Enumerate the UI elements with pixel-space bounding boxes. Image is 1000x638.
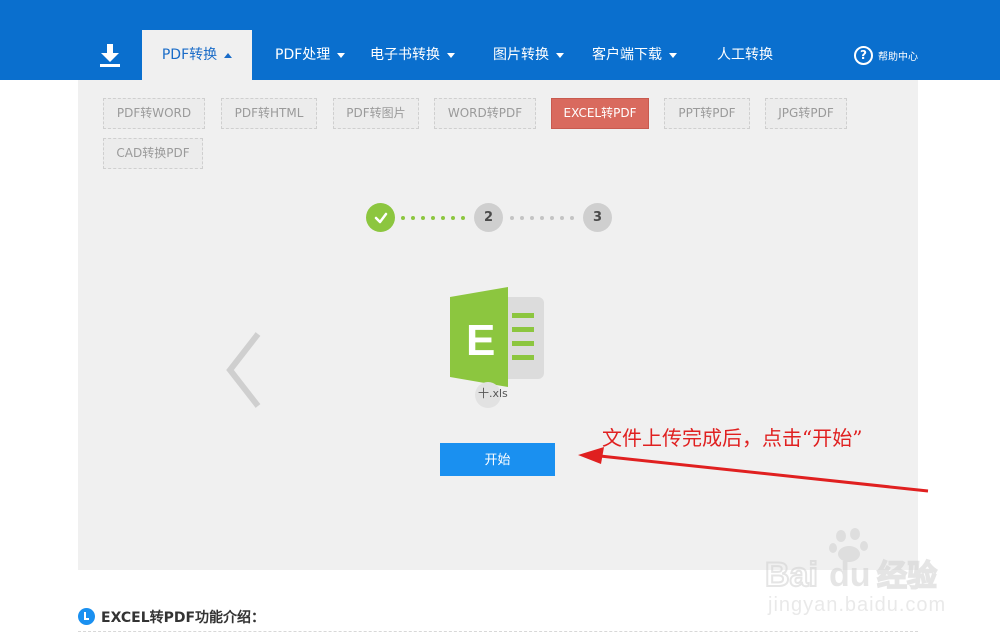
nav-manual-convert[interactable]: 人工转换 [717,30,773,80]
progress-dot [431,216,435,220]
progress-dot [441,216,445,220]
download-nav-button[interactable] [78,30,142,80]
tag-ppt-to-pdf[interactable]: PPT转PDF [664,98,750,129]
chevron-left-icon[interactable] [224,330,264,410]
red-arrow-icon [578,447,929,493]
nav-manual-convert-label: 人工转换 [717,47,773,63]
clock-icon [78,608,95,625]
nav-pdf-process-label: PDF处理 [275,47,331,63]
nav-client-download[interactable]: 客户端下载 [592,30,677,80]
excel-file-icon: E [450,287,544,387]
check-icon [374,212,387,223]
intro-title: EXCEL转PDF功能介绍： [101,609,266,626]
file-icon-letter: E [466,316,495,365]
progress-dot [520,216,524,220]
nav-pdf-convert-label: PDF转换 [161,47,218,63]
progress-dot [540,216,544,220]
caret-down-icon [447,52,455,58]
progress-dot [451,216,455,220]
baidu-paw-logo: Bai du 经验 [765,528,938,594]
caret-down-icon [669,52,677,58]
tag-word-to-pdf[interactable]: WORD转PDF [434,98,536,129]
file-name: 十.xls [478,387,508,400]
download-icon [100,44,120,67]
progress-dot [510,216,514,220]
progress-dot [401,216,405,220]
nav-ebook-convert[interactable]: 电子书转换 [370,30,455,80]
step-1-complete [366,203,395,232]
nav-ebook-convert-label: 电子书转换 [370,47,440,63]
svg-text:经验: 经验 [877,559,937,594]
nav-pdf-convert[interactable]: PDF转换 [142,30,252,80]
progress-dot [560,216,564,220]
progress-dot [530,216,534,220]
tag-pdf-to-image[interactable]: PDF转图片 [333,98,419,129]
nav-pdf-process[interactable]: PDF处理 [275,30,346,80]
watermark-url: jingyan.baidu.com [768,594,947,616]
tag-cad-to-pdf[interactable]: CAD转换PDF [103,138,203,169]
progress-dot [570,216,574,220]
step-2: 2 [474,203,503,232]
svg-text:du: du [829,556,871,594]
start-button[interactable]: 开始 [440,443,555,476]
caret-down-icon [337,52,346,58]
progress-steps: 2 3 [366,203,612,233]
help-center-label: 帮助中心 [878,51,918,63]
top-nav-bar: PDF转换 PDF处理 电子书转换 图片转换 客户端下载 人工转换 ? 帮助中心 [0,0,1000,80]
tag-pdf-to-html[interactable]: PDF转HTML [221,98,317,129]
step-3: 3 [583,203,612,232]
progress-dot [550,216,554,220]
caret-down-icon [556,52,564,58]
svg-text:Bai: Bai [765,556,818,594]
progress-dot [461,216,465,220]
baidu-jingyan-watermark: Bai du 经验 jingyan.baidu.com [765,528,955,628]
nav-image-convert-label: 图片转换 [493,47,549,63]
main-nav: PDF转换 PDF处理 电子书转换 图片转换 客户端下载 人工转换 ? 帮助中心 [78,30,918,80]
tag-jpg-to-pdf[interactable]: JPG转PDF [765,98,847,129]
help-icon: ? [854,45,873,65]
progress-dot [411,216,415,220]
tag-pdf-to-word[interactable]: PDF转WORD [103,98,205,129]
caret-up-icon [224,52,233,58]
tag-excel-to-pdf[interactable]: EXCEL转PDF [551,98,649,129]
nav-image-convert[interactable]: 图片转换 [493,30,564,80]
nav-client-download-label: 客户端下载 [592,47,662,63]
help-center-link[interactable]: ? 帮助中心 [854,30,918,80]
progress-dot [421,216,425,220]
